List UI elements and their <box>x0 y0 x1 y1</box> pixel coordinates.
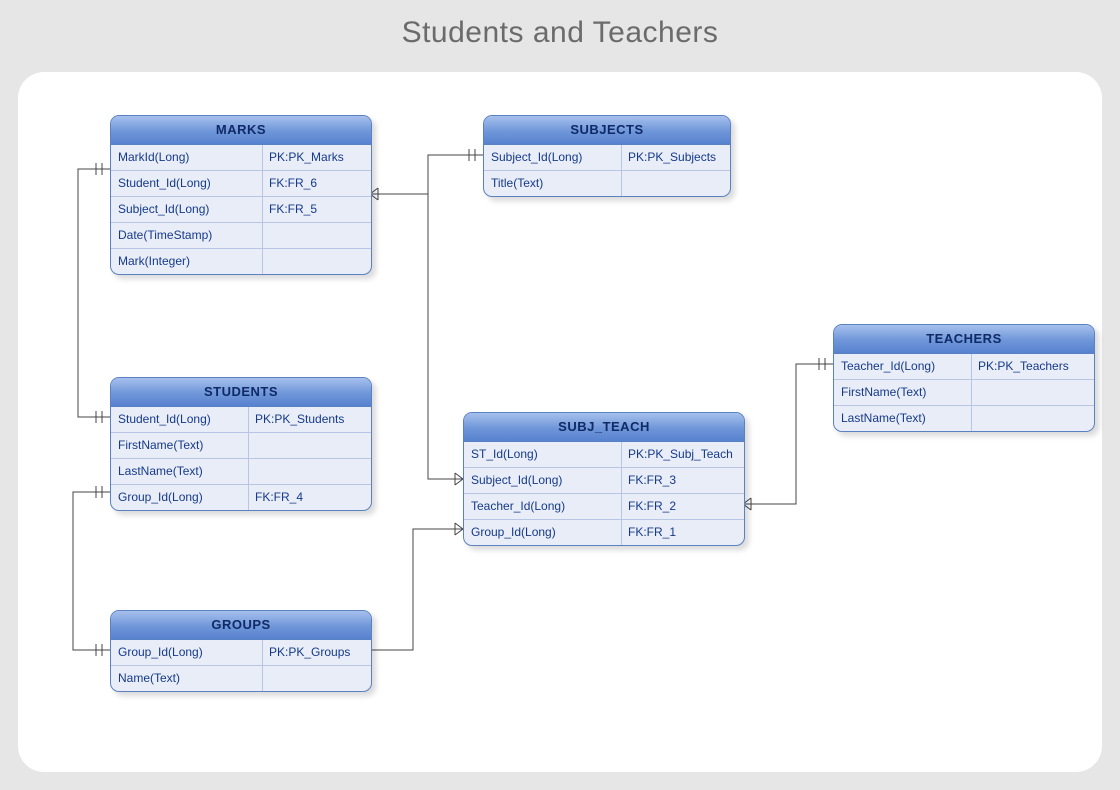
field-name: Group_Id(Long) <box>111 640 263 665</box>
entity-row: Mark(Integer) <box>111 249 371 274</box>
entity-subjects[interactable]: SUBJECTS Subject_Id(Long) PK:PK_Subjects… <box>483 115 731 197</box>
entity-row: ST_Id(Long) PK:PK_Subj_Teach <box>464 442 744 468</box>
key-name: FK:FR_6 <box>263 171 371 196</box>
key-name <box>622 171 730 196</box>
key-name <box>972 406 1094 431</box>
field-name: Subject_Id(Long) <box>111 197 263 222</box>
key-name: FK:FR_2 <box>622 494 744 519</box>
field-name: Date(TimeStamp) <box>111 223 263 248</box>
field-name: Subject_Id(Long) <box>464 468 622 493</box>
entity-row: Group_Id(Long) PK:PK_Groups <box>111 640 371 666</box>
entity-subj-teach[interactable]: SUBJ_TEACH ST_Id(Long) PK:PK_Subj_Teach … <box>463 412 745 546</box>
key-name: PK:PK_Groups <box>263 640 371 665</box>
entity-row: Date(TimeStamp) <box>111 223 371 249</box>
entity-row: Student_Id(Long) PK:PK_Students <box>111 407 371 433</box>
key-name: FK:FR_5 <box>263 197 371 222</box>
key-name: FK:FR_3 <box>622 468 744 493</box>
entity-row: LastName(Text) <box>834 406 1094 431</box>
key-name <box>263 666 371 691</box>
entity-row: Title(Text) <box>484 171 730 196</box>
entity-row: Subject_Id(Long) PK:PK_Subjects <box>484 145 730 171</box>
field-name: Title(Text) <box>484 171 622 196</box>
entity-row: FirstName(Text) <box>111 433 371 459</box>
entity-row: Subject_Id(Long) FK:FR_3 <box>464 468 744 494</box>
key-name <box>972 380 1094 405</box>
field-name: FirstName(Text) <box>111 433 249 458</box>
field-name: Group_Id(Long) <box>464 520 622 545</box>
entity-row: Teacher_Id(Long) FK:FR_2 <box>464 494 744 520</box>
entity-header: GROUPS <box>111 611 371 640</box>
field-name: MarkId(Long) <box>111 145 263 170</box>
field-name: Student_Id(Long) <box>111 407 249 432</box>
entity-header: STUDENTS <box>111 378 371 407</box>
key-name: PK:PK_Subjects <box>622 145 730 170</box>
diagram-title: Students and Teachers <box>0 0 1120 50</box>
key-name: PK:PK_Students <box>249 407 371 432</box>
entity-marks[interactable]: MARKS MarkId(Long) PK:PK_Marks Student_I… <box>110 115 372 275</box>
key-name <box>249 459 371 484</box>
key-name: PK:PK_Marks <box>263 145 371 170</box>
field-name: Student_Id(Long) <box>111 171 263 196</box>
entity-row: Student_Id(Long) FK:FR_6 <box>111 171 371 197</box>
field-name: Subject_Id(Long) <box>484 145 622 170</box>
field-name: Name(Text) <box>111 666 263 691</box>
key-name <box>249 433 371 458</box>
entity-teachers[interactable]: TEACHERS Teacher_Id(Long) PK:PK_Teachers… <box>833 324 1095 432</box>
key-name: PK:PK_Teachers <box>972 354 1094 379</box>
entity-row: LastName(Text) <box>111 459 371 485</box>
key-name: FK:FR_4 <box>249 485 371 510</box>
diagram-canvas: MARKS MarkId(Long) PK:PK_Marks Student_I… <box>18 72 1102 772</box>
entity-row: Group_Id(Long) FK:FR_1 <box>464 520 744 545</box>
entity-row: Group_Id(Long) FK:FR_4 <box>111 485 371 510</box>
entity-row: Name(Text) <box>111 666 371 691</box>
entity-row: FirstName(Text) <box>834 380 1094 406</box>
key-name: PK:PK_Subj_Teach <box>622 442 744 467</box>
field-name: Group_Id(Long) <box>111 485 249 510</box>
key-name: FK:FR_1 <box>622 520 744 545</box>
key-name <box>263 223 371 248</box>
entity-header: SUBJ_TEACH <box>464 413 744 442</box>
field-name: LastName(Text) <box>111 459 249 484</box>
field-name: Teacher_Id(Long) <box>834 354 972 379</box>
entity-header: TEACHERS <box>834 325 1094 354</box>
entity-header: MARKS <box>111 116 371 145</box>
entity-row: Teacher_Id(Long) PK:PK_Teachers <box>834 354 1094 380</box>
key-name <box>263 249 371 274</box>
entity-students[interactable]: STUDENTS Student_Id(Long) PK:PK_Students… <box>110 377 372 511</box>
field-name: Teacher_Id(Long) <box>464 494 622 519</box>
entity-groups[interactable]: GROUPS Group_Id(Long) PK:PK_Groups Name(… <box>110 610 372 692</box>
field-name: LastName(Text) <box>834 406 972 431</box>
field-name: FirstName(Text) <box>834 380 972 405</box>
entity-header: SUBJECTS <box>484 116 730 145</box>
entity-row: MarkId(Long) PK:PK_Marks <box>111 145 371 171</box>
field-name: ST_Id(Long) <box>464 442 622 467</box>
field-name: Mark(Integer) <box>111 249 263 274</box>
entity-row: Subject_Id(Long) FK:FR_5 <box>111 197 371 223</box>
